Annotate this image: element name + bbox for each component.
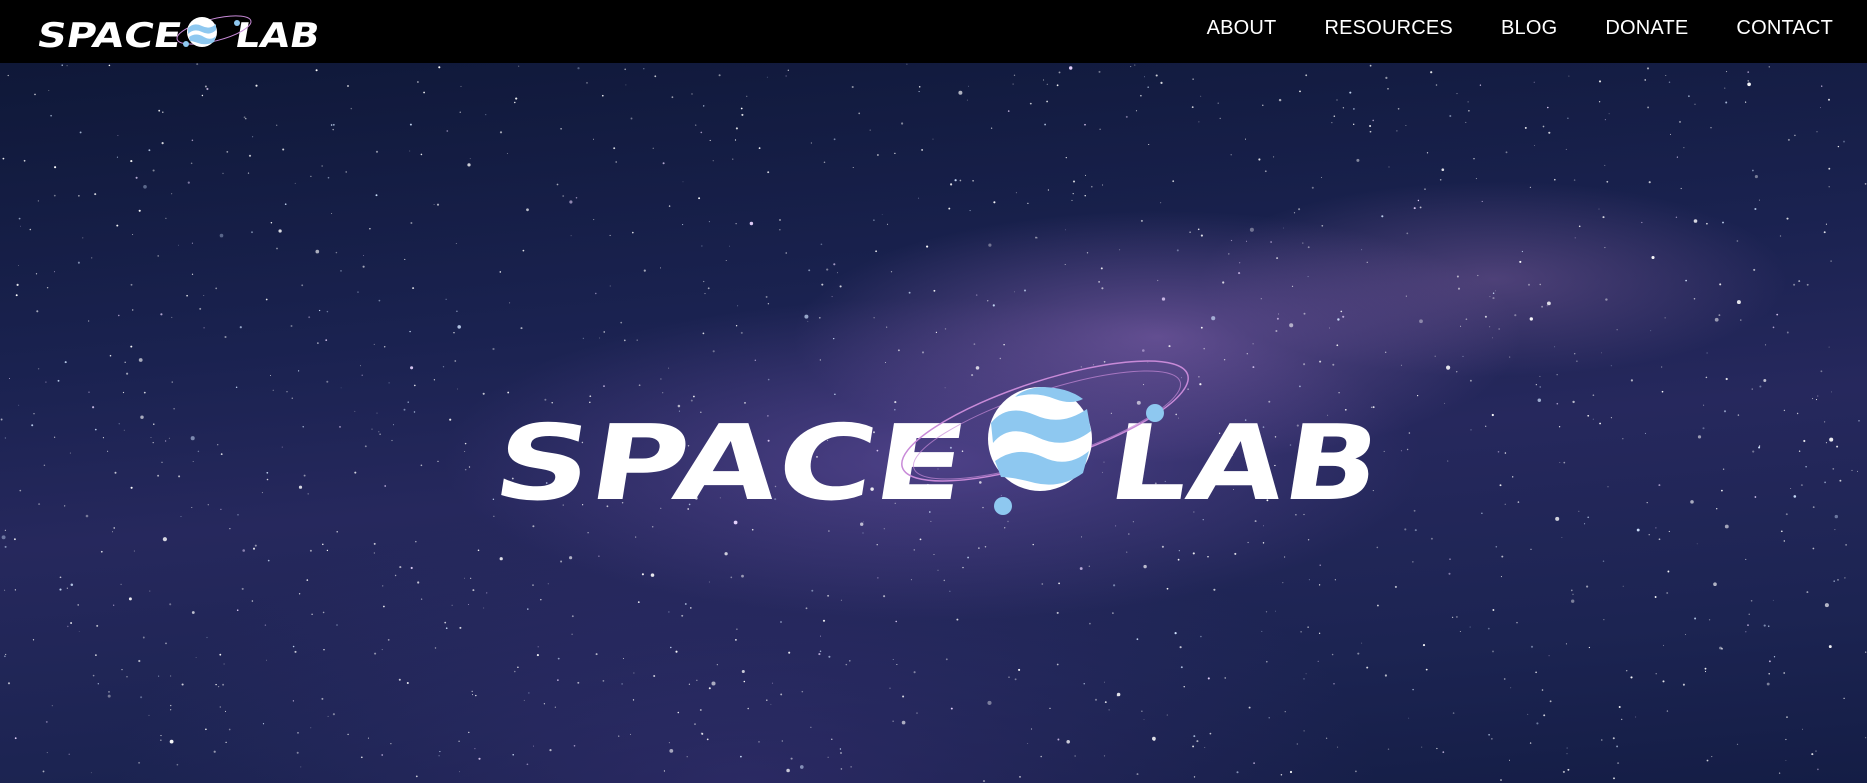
- brand-word-lab: LAB: [232, 16, 323, 54]
- nav-about[interactable]: ABOUT: [1207, 17, 1277, 40]
- brand-logo-link[interactable]: SPACE LAB: [34, 10, 324, 56]
- nav-contact[interactable]: CONTACT: [1736, 17, 1833, 40]
- brand-word-space: SPACE: [34, 16, 185, 54]
- nav-donate[interactable]: DONATE: [1605, 17, 1688, 40]
- hero-banner: SPACE LAB: [0, 63, 1867, 783]
- hero-logo-word-space: SPACE: [495, 403, 975, 521]
- nav-blog[interactable]: BLOG: [1501, 17, 1557, 40]
- brand-logo: SPACE LAB: [34, 15, 323, 56]
- top-navigation-bar: SPACE LAB ABOUT RESOURCES BLOG DONATE CO…: [0, 0, 1867, 63]
- nav-resources[interactable]: RESOURCES: [1324, 17, 1453, 40]
- main-nav: ABOUT RESOURCES BLOG DONATE CONTACT: [1207, 0, 1833, 56]
- hero-logo: SPACE LAB: [495, 360, 1388, 521]
